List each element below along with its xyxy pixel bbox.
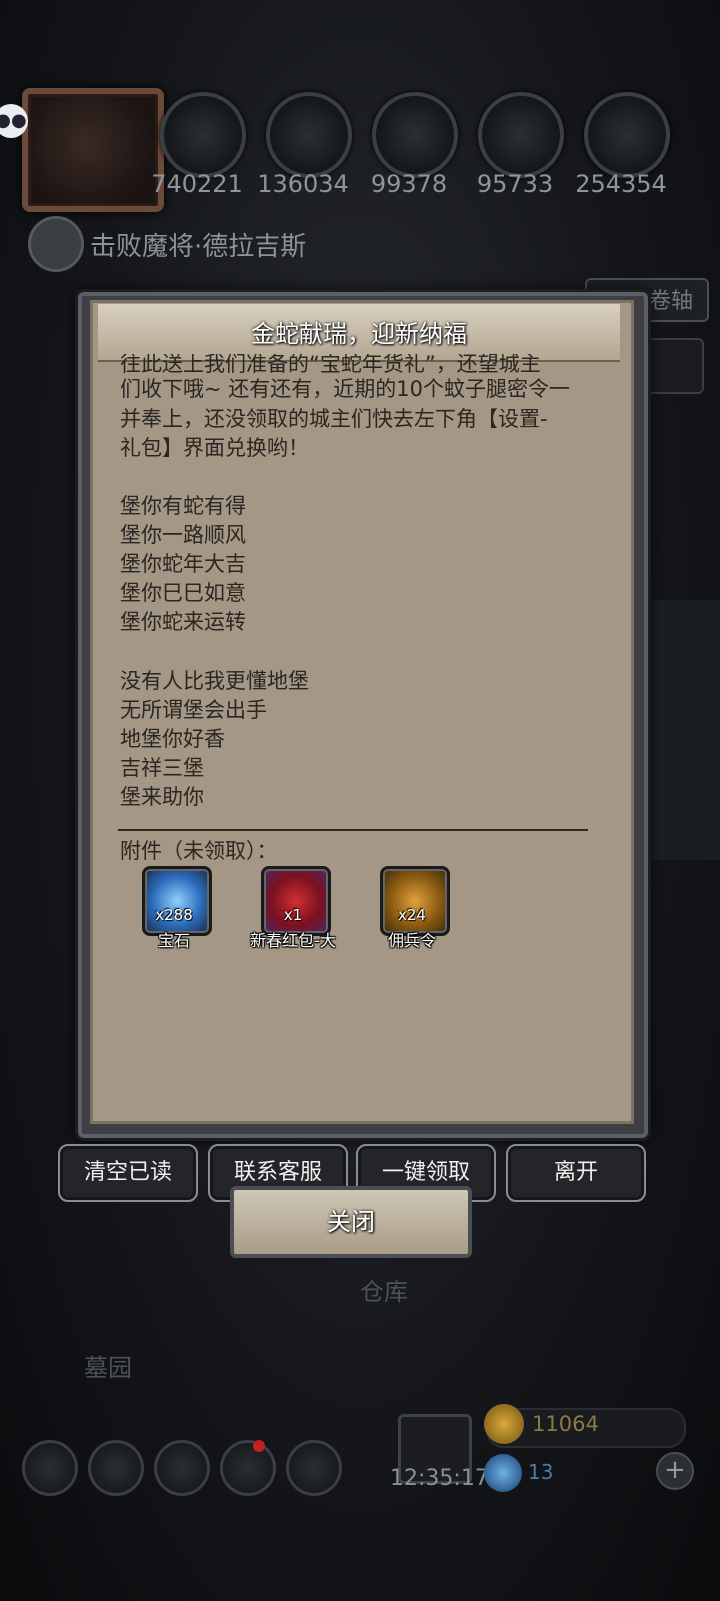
clear-read-button[interactable]: 清空已读 <box>58 1144 198 1202</box>
quest-text[interactable]: 击败魔将·德拉吉斯 <box>90 226 306 263</box>
map-icon[interactable] <box>286 1440 342 1496</box>
leave-button[interactable]: 离开 <box>506 1144 646 1202</box>
mail-body-line: 并奉上，还没领取的城主们快去左下角【设置- <box>120 407 548 431</box>
mail-body-line: 们收下哦~ 还有还有，近期的10个蚊子腿密令一 <box>120 377 570 401</box>
item-count: x288 <box>155 906 193 924</box>
iron-count: 254354 <box>575 170 667 198</box>
mail-icon[interactable] <box>220 1440 276 1496</box>
mail-body-line: 堡你巳巳如意 <box>120 581 246 605</box>
timer-text: 12:35:17 <box>390 1466 489 1491</box>
mail-body-line: 地堡你好香 <box>120 727 225 751</box>
item-count: x1 <box>283 906 303 924</box>
settings-icon[interactable] <box>22 1440 78 1496</box>
hero-icon[interactable] <box>88 1440 144 1496</box>
gold-count: 11064 <box>532 1412 599 1436</box>
red-envelope-icon[interactable] <box>261 866 331 936</box>
mail-body-line: 没有人比我更懂地堡 <box>120 669 309 693</box>
attachment-divider <box>118 829 588 831</box>
mail-body-line: 吉祥三堡 <box>120 756 204 780</box>
mail-body-line: 堡你一路顺风 <box>120 523 246 547</box>
mercenary-token-icon[interactable] <box>380 866 450 936</box>
crystal-icon[interactable] <box>478 92 564 178</box>
mail-body-line: 堡你蛇年大吉 <box>120 552 246 576</box>
crystal-count: 95733 <box>476 170 554 198</box>
gem-count: 13 <box>528 1460 554 1484</box>
cemetery-label[interactable]: 墓园 <box>84 1348 132 1383</box>
meat-count: 740221 <box>151 170 243 198</box>
stone-count: 99378 <box>370 170 448 198</box>
meat-icon[interactable] <box>160 92 246 178</box>
mail-body-line: 堡来助你 <box>120 785 204 809</box>
gem-item-icon[interactable] <box>142 866 212 936</box>
mail-title: 金蛇献瑞，迎新纳福 <box>251 320 467 348</box>
add-currency-button[interactable]: + <box>656 1452 694 1490</box>
castle-silhouette <box>640 600 720 860</box>
wood-icon[interactable] <box>266 92 352 178</box>
mail-body-line: 堡你蛇来运转 <box>120 610 246 634</box>
wood-count: 136034 <box>257 170 349 198</box>
quest-axe-icon[interactable] <box>28 216 84 272</box>
warehouse-label[interactable]: 仓库 <box>360 1272 408 1307</box>
alliance-icon[interactable] <box>154 1440 210 1496</box>
notification-dot <box>253 1440 265 1452</box>
gem-currency-icon <box>484 1454 522 1492</box>
item-name: 佣兵令 <box>387 931 436 950</box>
mail-body-line: 礼包】界面兑换哟！ <box>120 436 309 460</box>
close-button[interactable]: 关闭 <box>230 1186 472 1258</box>
mail-body-line: 无所谓堡会出手 <box>120 698 267 722</box>
attachments-label: 附件（未领取）： <box>120 839 278 863</box>
iron-icon[interactable] <box>584 92 670 178</box>
gold-coin-icon <box>484 1404 524 1444</box>
stone-icon[interactable] <box>372 92 458 178</box>
item-name: 新春红包-大 <box>250 931 336 950</box>
item-name: 宝石 <box>157 931 190 950</box>
item-count: x24 <box>398 906 426 924</box>
mail-body-line: 堡你有蛇有得 <box>120 494 246 518</box>
